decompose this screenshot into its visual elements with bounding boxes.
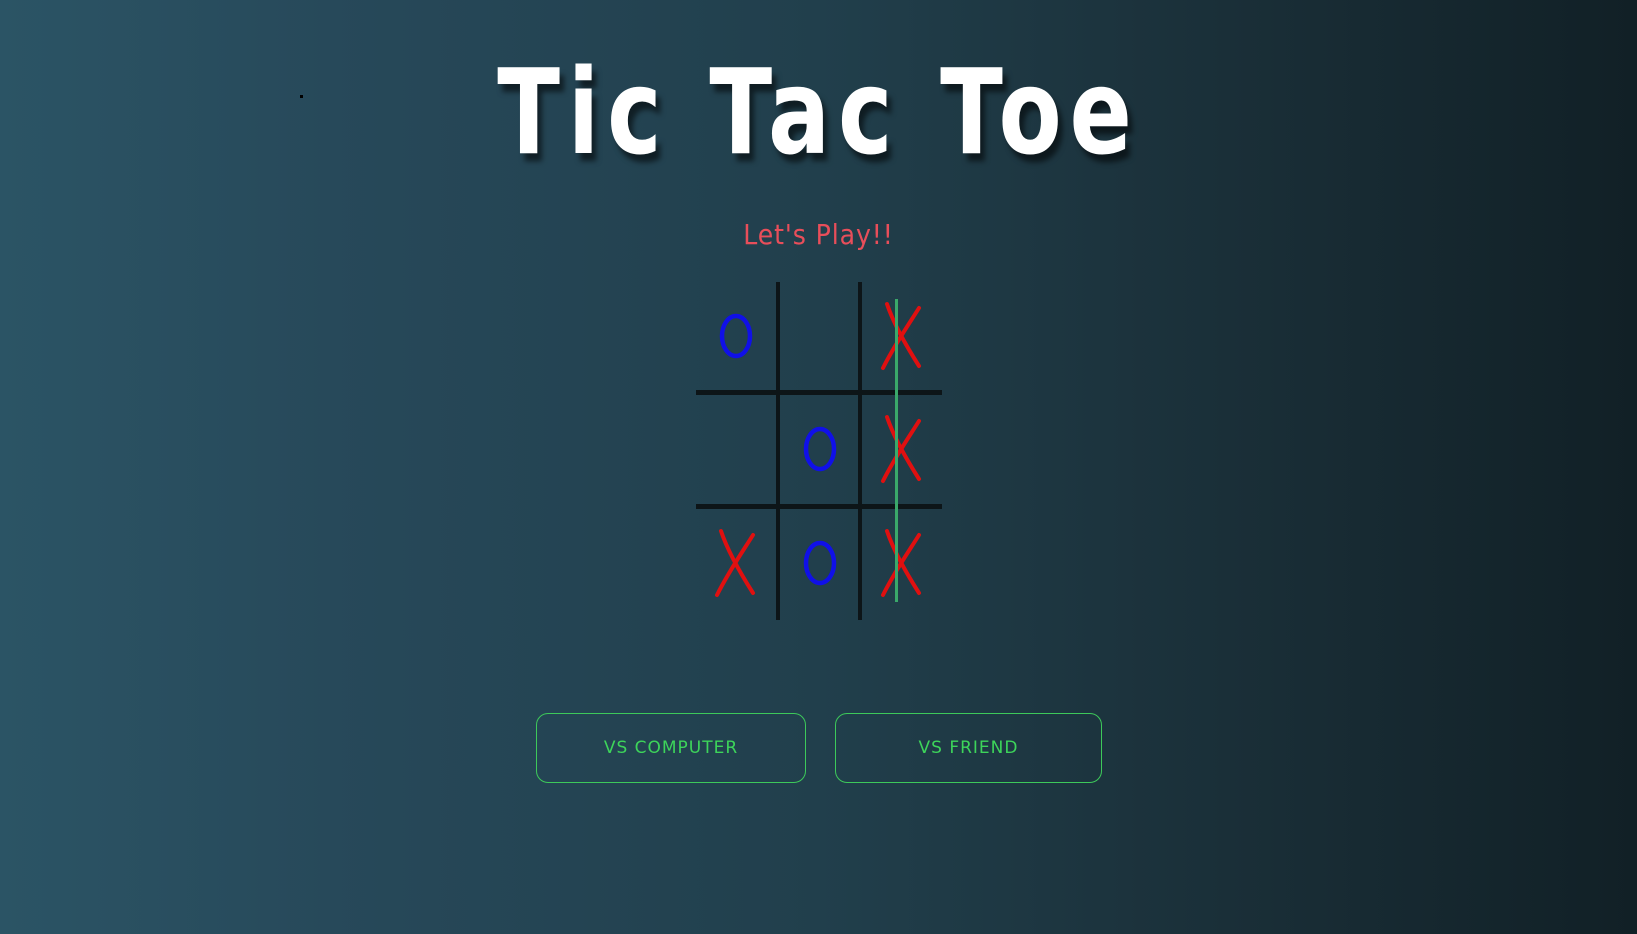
winning-line xyxy=(895,299,898,602)
x-mark-icon xyxy=(715,529,755,597)
board-cell-r2-c3[interactable] xyxy=(862,395,942,503)
board-cell-r3-c2[interactable] xyxy=(780,509,860,617)
board-cell-r2-c1[interactable] xyxy=(696,395,776,503)
board-cell-r1-c3[interactable] xyxy=(862,282,942,390)
o-mark-icon xyxy=(803,426,837,472)
game-title: Tic Tac Toe xyxy=(497,43,1140,181)
o-mark-icon xyxy=(803,540,837,586)
board-cell-r3-c3[interactable] xyxy=(862,509,942,617)
board-cell-r3-c1[interactable] xyxy=(696,509,776,617)
game-board xyxy=(696,282,942,620)
board-cell-r1-c2[interactable] xyxy=(780,282,860,390)
status-message: Let's Play!! xyxy=(743,218,894,251)
x-mark-icon xyxy=(881,415,921,483)
board-cell-r1-c1[interactable] xyxy=(696,282,776,390)
x-mark-icon xyxy=(881,302,921,370)
board-cell-r2-c2[interactable] xyxy=(780,395,860,503)
vs-friend-button[interactable]: VS FRIEND xyxy=(835,713,1102,783)
x-mark-icon xyxy=(881,529,921,597)
o-mark-icon xyxy=(719,313,753,359)
vs-computer-button[interactable]: VS COMPUTER xyxy=(536,713,806,783)
